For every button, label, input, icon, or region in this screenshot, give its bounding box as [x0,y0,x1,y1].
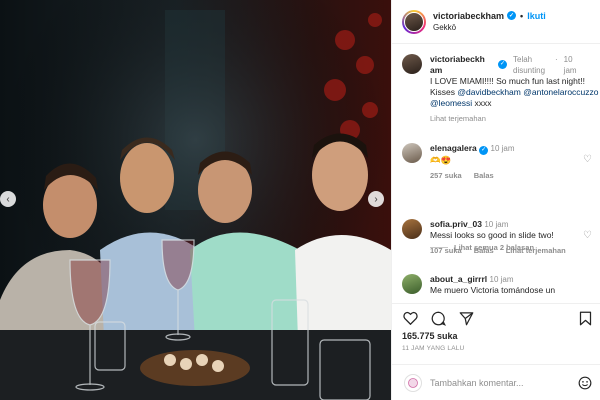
comment-username[interactable]: sofia.priv_03 [430,219,482,229]
mention-link[interactable]: @leomessi [430,98,472,108]
avatar[interactable] [402,274,422,294]
avatar [404,373,422,392]
list-item: about_a_girrrl 10 jam Me muero Victoria … [402,274,597,301]
caption-edited: Telah disunting [513,55,546,75]
mention-link[interactable]: @antonelaroccuzzo [523,87,598,97]
comment-input[interactable] [430,377,580,388]
username[interactable]: victoriabeckham [433,10,504,22]
avatar[interactable] [402,54,422,74]
caption-time: 10 jam [563,55,577,75]
post-side-panel: victoriabeckham ✓ • Ikuti Gekkō victoria… [391,0,600,400]
share-icon[interactable] [458,310,474,326]
translate-link[interactable]: Lihat terjemahan [430,113,600,124]
bookmark-icon[interactable] [577,310,593,326]
comment-text: Me muero Victoria tomándose un [430,285,556,295]
avatar[interactable] [402,143,422,163]
separator-dot: • [520,10,524,21]
avatar[interactable] [402,9,426,34]
caption: victoriabeckh am ✓ Telah disunting · 10 … [402,54,600,134]
add-comment-bar [392,364,600,400]
comment-text: 🫶😍 [430,155,452,165]
comment-username[interactable]: elenagalera [430,143,477,153]
verified-badge-icon: ✓ [498,60,507,69]
reply-button[interactable]: Balas [474,171,494,180]
comment-text: Messi looks so good in slide two! [430,230,554,240]
follow-button[interactable]: Ikuti [527,10,546,22]
heart-icon[interactable]: ♡ [583,231,593,241]
reply-button[interactable]: Balas [474,246,494,255]
chevron-left-icon[interactable]: ‹ [0,191,16,207]
comment-icon[interactable] [430,310,446,326]
post-photo[interactable]: ‹ › [0,0,391,400]
comment-likes[interactable]: 107 suka [430,246,462,255]
list-item: sofia.priv_03 10 jam Messi looks so good… [402,219,597,269]
location-link[interactable]: Gekkō [433,22,546,34]
heart-icon[interactable]: ♡ [583,155,593,165]
comment-time: 10 jam [489,275,514,284]
verified-badge-icon: ✓ [479,146,489,155]
list-item: elenagalera ✓ 10 jam 🫶😍 257 suka Balas ♡ [402,143,597,193]
mention-link[interactable]: @davidbeckham [457,87,520,97]
comment-list[interactable]: victoriabeckh am ✓ Telah disunting · 10 … [392,46,600,301]
caption-username[interactable]: victoriabeckh am [430,54,492,76]
avatar[interactable] [402,219,422,239]
emoji-icon[interactable] [577,375,593,391]
separator-dot: · [555,55,558,64]
instagram-post-view: ‹ › victoriabeckham ✓ • Ikuti Gekkō vict… [0,0,600,400]
post-timestamp: 11 JAM YANG LALU [402,345,465,352]
heart-icon[interactable] [402,310,418,326]
comment-time: 10 jam [484,220,509,229]
comment-likes[interactable]: 257 suka [430,171,462,180]
chevron-right-icon[interactable]: › [368,191,384,207]
verified-badge-icon: ✓ [507,11,517,20]
caption-tail: xxxx [474,98,492,108]
like-count[interactable]: 165.775 suka [402,331,458,341]
action-bar: 165.775 suka 11 JAM YANG LALU [392,303,600,363]
comment-username[interactable]: about_a_girrrl [430,274,487,284]
comment-time: 10 jam [490,144,515,153]
group-photo [0,0,391,400]
translate-link[interactable]: Lihat terjemahan [506,246,566,255]
post-header: victoriabeckham ✓ • Ikuti Gekkō [392,0,600,44]
